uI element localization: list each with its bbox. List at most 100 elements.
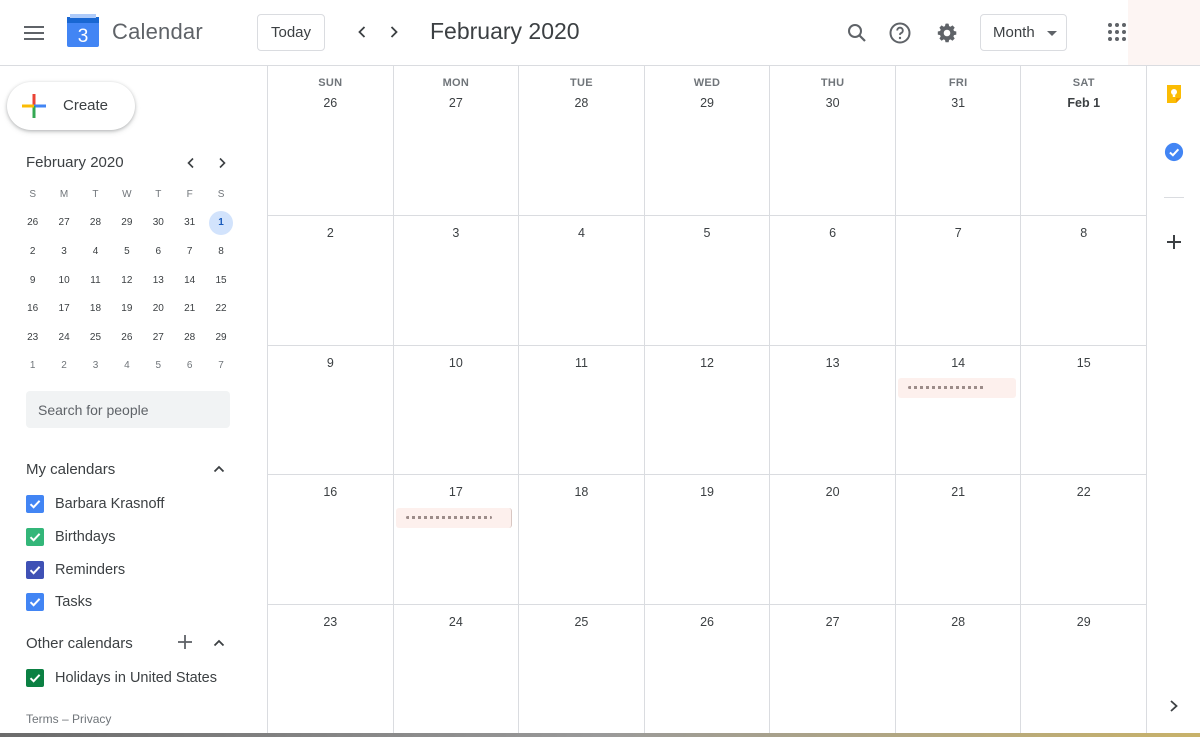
next-period-icon[interactable] [382,20,406,44]
day-number[interactable]: 26 [268,96,393,110]
day-number[interactable]: 29 [1021,615,1146,629]
mini-day[interactable]: 27 [143,323,174,352]
day-number[interactable]: 3 [394,226,519,240]
day-cell[interactable]: 29 [1021,604,1148,737]
add-addon-icon[interactable] [1164,232,1184,252]
mini-next-month-icon[interactable] [211,152,233,174]
mini-day[interactable]: 7 [205,352,236,381]
day-cell[interactable]: 9 [268,345,394,474]
other-calendars-title[interactable]: Other calendars [26,635,133,652]
day-number[interactable]: 6 [770,226,895,240]
mini-day[interactable]: 16 [17,294,48,323]
mini-day[interactable]: 6 [143,237,174,266]
day-number[interactable]: 11 [519,356,644,370]
day-cell[interactable]: 19 [645,475,771,604]
privacy-link[interactable]: Privacy [72,712,111,726]
day-cell[interactable]: 8 [1021,216,1148,345]
mini-day[interactable]: 31 [174,209,205,238]
day-number[interactable]: 30 [770,96,895,110]
main-menu-icon[interactable] [18,17,50,49]
mini-day[interactable]: 20 [143,294,174,323]
event-chip-obscured[interactable] [395,508,512,528]
day-number[interactable]: 18 [519,485,644,499]
day-number[interactable]: Feb 1 [1021,96,1146,110]
mini-day[interactable]: 7 [174,237,205,266]
add-other-calendar-icon[interactable] [175,632,195,652]
mini-day[interactable]: 13 [143,266,174,295]
day-number[interactable]: 16 [268,485,393,499]
day-cell[interactable]: 3 [394,216,520,345]
day-number[interactable]: 25 [519,615,644,629]
checkbox-checked-icon[interactable] [26,495,44,513]
mini-day[interactable]: 24 [48,323,79,352]
mini-day[interactable]: 18 [80,294,111,323]
day-number[interactable]: 13 [770,356,895,370]
day-cell[interactable]: SAT Feb 1 [1021,66,1148,215]
day-number[interactable]: 4 [519,226,644,240]
day-cell[interactable]: 25 [519,604,645,737]
settings-gear-icon[interactable] [930,16,964,50]
mini-day[interactable]: 5 [143,352,174,381]
mini-day[interactable]: 19 [111,294,142,323]
day-cell[interactable]: 16 [268,475,394,604]
google-apps-icon[interactable] [1108,23,1126,41]
mini-day[interactable]: 22 [205,294,236,323]
day-number[interactable]: 28 [519,96,644,110]
day-cell[interactable]: 26 [645,604,771,737]
day-number[interactable]: 19 [645,485,770,499]
day-cell[interactable]: SUN 26 [268,66,394,215]
expand-side-panel-icon[interactable] [1164,696,1184,716]
day-cell[interactable]: 20 [770,475,896,604]
calendar-item-tasks[interactable]: Tasks [26,589,92,615]
mini-day[interactable]: 5 [111,237,142,266]
day-number[interactable]: 27 [394,96,519,110]
terms-link[interactable]: Terms [26,712,59,726]
day-number[interactable]: 7 [896,226,1021,240]
mini-day[interactable]: 10 [48,266,79,295]
day-number[interactable]: 10 [394,356,519,370]
day-cell[interactable]: 5 [645,216,771,345]
today-button[interactable]: Today [257,14,325,51]
help-icon[interactable] [883,16,917,50]
day-cell[interactable]: 11 [519,345,645,474]
mini-day[interactable]: 8 [205,237,236,266]
mini-day[interactable]: 11 [80,266,111,295]
day-cell[interactable]: 28 [896,604,1022,737]
create-event-button[interactable]: Create [7,82,135,130]
day-cell[interactable]: 10 [394,345,520,474]
mini-day[interactable]: 26 [17,209,48,238]
mini-day[interactable]: 17 [48,294,79,323]
mini-day[interactable]: 14 [174,266,205,295]
calendar-item-holidays[interactable]: Holidays in United States [26,665,217,691]
day-number[interactable]: 2 [268,226,393,240]
day-number[interactable]: 24 [394,615,519,629]
mini-day-selected[interactable]: 1 [205,209,236,238]
mini-prev-month-icon[interactable] [180,152,202,174]
day-number[interactable]: 12 [645,356,770,370]
day-cell[interactable]: 7 [896,216,1022,345]
mini-day[interactable]: 27 [48,209,79,238]
day-number[interactable]: 5 [645,226,770,240]
mini-day[interactable]: 26 [111,323,142,352]
day-number[interactable]: 31 [896,96,1021,110]
mini-day[interactable]: 21 [174,294,205,323]
mini-day[interactable]: 2 [48,352,79,381]
day-cell[interactable]: 13 [770,345,896,474]
my-calendars-title[interactable]: My calendars [26,461,115,478]
day-cell[interactable]: THU 30 [770,66,896,215]
mini-day[interactable]: 25 [80,323,111,352]
day-number[interactable]: 17 [394,485,519,499]
day-cell[interactable]: 27 [770,604,896,737]
day-cell[interactable]: 18 [519,475,645,604]
day-cell[interactable]: 23 [268,604,394,737]
mini-day[interactable]: 4 [80,237,111,266]
collapse-other-calendars-icon[interactable] [209,633,229,653]
mini-day[interactable]: 12 [111,266,142,295]
day-cell[interactable]: 17 [394,475,520,604]
mini-day[interactable]: 3 [48,237,79,266]
mini-day[interactable]: 2 [17,237,48,266]
day-number[interactable]: 15 [1021,356,1146,370]
day-number[interactable]: 9 [268,356,393,370]
day-cell[interactable]: TUE 28 [519,66,645,215]
day-number[interactable]: 27 [770,615,895,629]
